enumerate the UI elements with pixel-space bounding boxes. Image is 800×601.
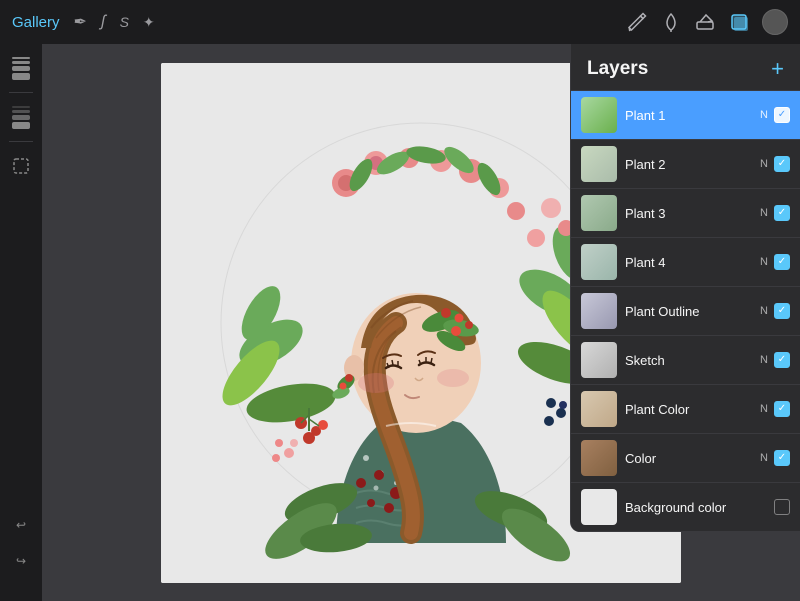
transform-icon[interactable]: ✦ bbox=[143, 14, 155, 31]
layer-item[interactable]: Background color bbox=[571, 483, 800, 532]
layer-blend-mode[interactable]: N bbox=[760, 158, 768, 170]
layer-name: Color bbox=[625, 451, 760, 466]
layer-thumbnail bbox=[581, 195, 617, 231]
layer-thumbnail bbox=[581, 97, 617, 133]
layer-item[interactable]: Plant 2N bbox=[571, 140, 800, 189]
layer-item[interactable]: ColorN bbox=[571, 434, 800, 483]
layer-name: Plant 3 bbox=[625, 206, 760, 221]
layer-thumbnail bbox=[581, 293, 617, 329]
layer-name: Plant 4 bbox=[625, 255, 760, 270]
pen-icon[interactable] bbox=[660, 11, 682, 33]
add-layer-button[interactable]: + bbox=[771, 58, 784, 80]
layer-item[interactable]: SketchN bbox=[571, 336, 800, 385]
layer-visibility-checkbox[interactable] bbox=[774, 401, 790, 417]
gallery-button[interactable]: Gallery bbox=[12, 14, 60, 31]
adjust-icon[interactable]: ʃ bbox=[101, 13, 106, 31]
layer-item[interactable]: Plant ColorN bbox=[571, 385, 800, 434]
layer-thumbnail bbox=[581, 391, 617, 427]
layer-blend-mode[interactable]: N bbox=[760, 403, 768, 415]
layer-name: Plant 1 bbox=[625, 108, 760, 123]
layers-panel-icon[interactable] bbox=[728, 11, 750, 33]
layers-title: Layers bbox=[587, 58, 648, 80]
toolbar: Gallery ✒ ʃ S ✦ bbox=[0, 0, 800, 44]
layer-blend-mode[interactable]: N bbox=[760, 354, 768, 366]
layers-header: Layers + bbox=[571, 44, 800, 91]
layer-blend-mode[interactable]: N bbox=[760, 109, 768, 121]
layer-name: Plant Outline bbox=[625, 304, 760, 319]
toolbar-left: Gallery ✒ ʃ S ✦ bbox=[12, 12, 155, 32]
layer-blend-mode[interactable]: N bbox=[760, 207, 768, 219]
layer-item[interactable]: Plant OutlineN bbox=[571, 287, 800, 336]
layer-visibility-checkbox[interactable] bbox=[774, 303, 790, 319]
left-sidebar: ↩ ↪ bbox=[0, 44, 42, 601]
layer-thumbnail bbox=[581, 244, 617, 280]
layer-blend-mode[interactable]: N bbox=[760, 305, 768, 317]
layer-item[interactable]: Plant 1N bbox=[571, 91, 800, 140]
layers-list: Plant 1NPlant 2NPlant 3NPlant 4NPlant Ou… bbox=[571, 91, 800, 532]
layer-item[interactable]: Plant 3N bbox=[571, 189, 800, 238]
undo-button[interactable]: ↩ bbox=[7, 511, 35, 539]
layer-visibility-checkbox[interactable] bbox=[774, 156, 790, 172]
redo-button[interactable]: ↪ bbox=[7, 547, 35, 575]
modify-icon[interactable]: ✒ bbox=[74, 12, 87, 32]
opacity-control[interactable] bbox=[7, 103, 35, 131]
layer-blend-mode[interactable]: N bbox=[760, 256, 768, 268]
layer-visibility-checkbox[interactable] bbox=[774, 499, 790, 515]
smudge-icon[interactable]: S bbox=[120, 14, 129, 30]
sidebar-divider-2 bbox=[9, 141, 33, 142]
layer-thumbnail bbox=[581, 146, 617, 182]
brush-size-control[interactable] bbox=[7, 54, 35, 82]
layer-thumbnail bbox=[581, 440, 617, 476]
layer-name: Background color bbox=[625, 500, 768, 515]
sidebar-divider-1 bbox=[9, 92, 33, 93]
user-avatar[interactable] bbox=[762, 9, 788, 35]
layer-name: Sketch bbox=[625, 353, 760, 368]
layers-panel: Layers + Plant 1NPlant 2NPlant 3NPlant 4… bbox=[570, 44, 800, 532]
layer-visibility-checkbox[interactable] bbox=[774, 254, 790, 270]
layer-name: Plant Color bbox=[625, 402, 760, 417]
layer-visibility-checkbox[interactable] bbox=[774, 450, 790, 466]
toolbar-right bbox=[626, 9, 788, 35]
layer-blend-mode[interactable]: N bbox=[760, 452, 768, 464]
layer-visibility-checkbox[interactable] bbox=[774, 107, 790, 123]
layer-thumbnail bbox=[581, 342, 617, 378]
layer-visibility-checkbox[interactable] bbox=[774, 205, 790, 221]
layer-name: Plant 2 bbox=[625, 157, 760, 172]
layer-item[interactable]: Plant 4N bbox=[571, 238, 800, 287]
eraser-icon[interactable] bbox=[694, 11, 716, 33]
layer-thumbnail bbox=[581, 489, 617, 525]
layer-visibility-checkbox[interactable] bbox=[774, 352, 790, 368]
selection-tool[interactable] bbox=[7, 152, 35, 180]
pencil-icon[interactable] bbox=[626, 11, 648, 33]
